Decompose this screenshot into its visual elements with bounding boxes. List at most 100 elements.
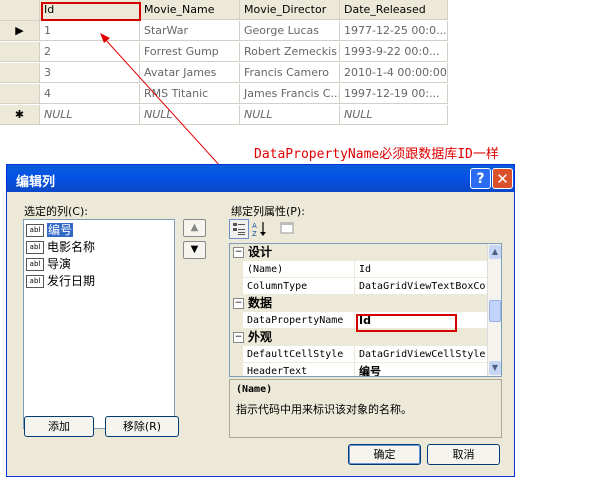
- arrow-up-icon: ▲: [190, 222, 199, 233]
- categorized-button[interactable]: [229, 219, 249, 239]
- cell[interactable]: George Lucas: [240, 21, 340, 41]
- category-label: 外观: [248, 330, 273, 344]
- property-scrollbar[interactable]: ▲ ▼: [487, 244, 501, 376]
- list-item-label: 电影名称: [47, 240, 96, 254]
- row-header[interactable]: [0, 63, 40, 83]
- svg-text:Z: Z: [252, 230, 257, 237]
- close-icon: ✕: [496, 170, 509, 188]
- list-item-label: 发行日期: [47, 274, 96, 288]
- cell[interactable]: 1993-9-22 00:0...: [340, 42, 448, 62]
- arrow-down-icon: ▼: [190, 244, 199, 255]
- cell[interactable]: 3: [40, 63, 140, 83]
- help-icon: ?: [476, 171, 485, 187]
- cancel-button[interactable]: 取消: [427, 444, 500, 465]
- description-text: 指示代码中用来标识该对象的名称。: [236, 403, 412, 416]
- table-row[interactable]: 4 RMS Titanic James Francis C... 1997-12…: [0, 84, 448, 105]
- row-header[interactable]: ▶: [0, 21, 40, 41]
- alphabetical-button[interactable]: A Z: [250, 219, 270, 239]
- ok-button[interactable]: 确定: [348, 444, 421, 465]
- annotation-text: DataPropertyName必须跟数据库ID一样: [254, 147, 499, 162]
- cell[interactable]: Robert Zemeckis: [240, 42, 340, 62]
- move-up-button[interactable]: ▲: [183, 219, 206, 237]
- list-item[interactable]: abl 发行日期: [26, 273, 95, 290]
- table-row[interactable]: 3 Avatar James Francis Camero 2010-1-4 0…: [0, 63, 448, 84]
- selected-columns-list[interactable]: abl 编号 abl 电影名称 abl 导演 abl 发行日期: [23, 219, 175, 429]
- cell[interactable]: NULL: [40, 105, 140, 125]
- property-row[interactable]: (Name) Id: [230, 261, 487, 278]
- property-value[interactable]: DataGridViewTextBoxCo: [355, 278, 487, 295]
- list-item[interactable]: abl 导演: [26, 256, 71, 273]
- row-header[interactable]: ✱: [0, 105, 40, 125]
- collapse-icon[interactable]: −: [233, 332, 244, 343]
- cell[interactable]: 4: [40, 84, 140, 104]
- textbox-column-icon: abl: [26, 224, 44, 237]
- grid-corner[interactable]: [0, 0, 40, 21]
- add-button[interactable]: 添加: [24, 416, 94, 437]
- cell[interactable]: 1: [40, 21, 140, 41]
- cell[interactable]: NULL: [340, 105, 448, 125]
- property-value[interactable]: 编号: [355, 363, 487, 376]
- collapse-icon[interactable]: −: [233, 298, 244, 309]
- help-button[interactable]: ?: [470, 168, 491, 189]
- cell[interactable]: Francis Camero: [240, 63, 340, 83]
- list-item[interactable]: abl 电影名称: [26, 239, 95, 256]
- selected-columns-label: 选定的列(C):: [24, 205, 88, 218]
- property-value[interactable]: DataGridViewCellStyle: [355, 346, 487, 363]
- property-row[interactable]: DefaultCellStyle DataGridViewCellStyle: [230, 346, 487, 363]
- category-row[interactable]: − 数据: [230, 295, 487, 312]
- scroll-thumb[interactable]: [489, 300, 501, 322]
- column-header-movie-director[interactable]: Movie_Director: [240, 0, 340, 20]
- property-value[interactable]: Id: [355, 261, 487, 278]
- category-row[interactable]: − 设计: [230, 244, 487, 261]
- table-row[interactable]: ▶ 1 StarWar George Lucas 1977-12-25 00:0…: [0, 21, 448, 42]
- scroll-down-icon[interactable]: ▼: [489, 361, 501, 375]
- cell[interactable]: 2: [40, 42, 140, 62]
- property-name: (Name): [243, 261, 355, 278]
- property-name: HeaderText: [243, 363, 355, 376]
- list-item-label: 编号: [47, 223, 74, 237]
- move-down-button[interactable]: ▼: [183, 241, 206, 259]
- row-header[interactable]: [0, 42, 40, 62]
- close-button[interactable]: ✕: [492, 168, 513, 189]
- highlight-box: [356, 314, 457, 332]
- title-bar[interactable]: 编辑列 ? ✕: [7, 165, 514, 192]
- property-name: DataPropertyName: [243, 312, 355, 329]
- column-header-date-released[interactable]: Date_Released: [340, 0, 448, 20]
- list-item[interactable]: abl 编号: [26, 222, 74, 239]
- sort-az-icon: A Z: [252, 222, 266, 238]
- cell[interactable]: 1977-12-25 00:0...: [340, 21, 448, 41]
- property-row[interactable]: HeaderText 编号: [230, 363, 487, 376]
- cell[interactable]: Avatar James: [140, 63, 240, 83]
- highlight-box: [41, 2, 141, 21]
- new-row[interactable]: ✱ NULL NULL NULL NULL: [0, 105, 448, 126]
- edit-columns-dialog: 编辑列 ? ✕ 选定的列(C): abl 编号 abl 电影名称 abl 导演 abl…: [6, 164, 515, 477]
- cell[interactable]: NULL: [240, 105, 340, 125]
- categorized-icon: [233, 223, 245, 235]
- cell[interactable]: James Francis C...: [240, 84, 340, 104]
- column-header-movie-name[interactable]: Movie_Name: [140, 0, 240, 20]
- dialog-title: 编辑列: [16, 175, 56, 190]
- cell[interactable]: 2010-1-4 00:00:00: [340, 63, 448, 83]
- collapse-icon[interactable]: −: [233, 247, 244, 258]
- textbox-column-icon: abl: [26, 258, 44, 271]
- property-grid[interactable]: − 设计 (Name) Id ColumnType DataGridViewTe…: [229, 243, 502, 377]
- property-pages-button[interactable]: [277, 219, 297, 239]
- table-row[interactable]: 2 Forrest Gump Robert Zemeckis 1993-9-22…: [0, 42, 448, 63]
- description-title: (Name): [236, 384, 273, 395]
- property-pages-icon: [280, 222, 294, 234]
- property-name: ColumnType: [243, 278, 355, 295]
- cell[interactable]: StarWar: [140, 21, 240, 41]
- svg-text:A: A: [252, 222, 257, 230]
- cell[interactable]: Forrest Gump: [140, 42, 240, 62]
- scroll-up-icon[interactable]: ▲: [489, 245, 501, 259]
- remove-button[interactable]: 移除(R): [105, 416, 179, 437]
- bound-properties-label: 绑定列属性(P):: [231, 205, 305, 218]
- cell[interactable]: NULL: [140, 105, 240, 125]
- cell[interactable]: RMS Titanic: [140, 84, 240, 104]
- property-description: (Name) 指示代码中用来标识该对象的名称。: [229, 379, 502, 438]
- cell[interactable]: 1997-12-19 00:...: [340, 84, 448, 104]
- category-label: 数据: [248, 296, 273, 310]
- property-row[interactable]: ColumnType DataGridViewTextBoxCo: [230, 278, 487, 295]
- textbox-column-icon: abl: [26, 241, 44, 254]
- row-header[interactable]: [0, 84, 40, 104]
